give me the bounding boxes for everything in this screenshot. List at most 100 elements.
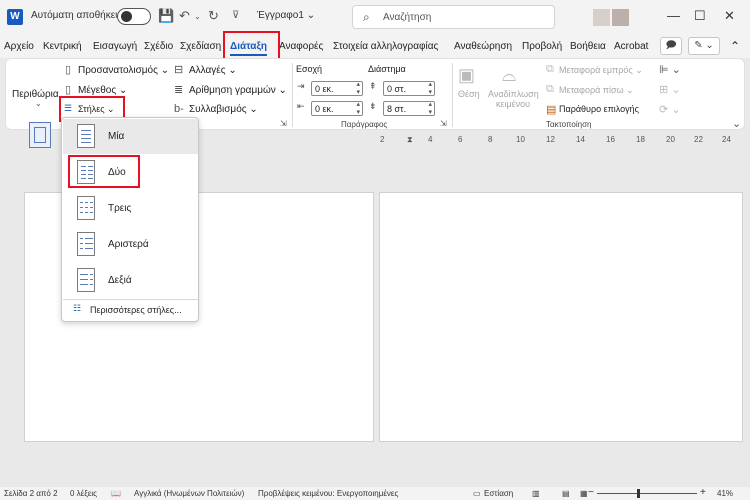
three-columns-icon <box>77 196 95 220</box>
editing-mode-button[interactable]: ✎ ⌄ <box>688 37 720 55</box>
columns-option-left[interactable]: Αριστερά <box>63 227 198 262</box>
selection-pane-button[interactable]: Παράθυρο επιλογής <box>559 104 639 114</box>
autosave-toggle[interactable] <box>117 8 151 25</box>
orientation-button[interactable]: Προσανατολισμός ⌄ <box>78 65 169 76</box>
highlight-two-columns <box>68 155 140 188</box>
arrange-group-label: Τακτοποίηση <box>546 120 592 129</box>
group-icon: ⊞ ⌄ <box>659 84 681 96</box>
margins-icon[interactable] <box>29 122 51 148</box>
margins-dropdown-icon: ⌄ <box>35 99 42 108</box>
tab-home[interactable]: Κεντρική <box>43 41 82 52</box>
ruler-mark: 10 <box>516 135 525 144</box>
focus-button[interactable]: Εστίαση <box>484 489 513 498</box>
search-box[interactable]: ⌕ Αναζήτηση <box>352 5 555 29</box>
word-count[interactable]: 0 λέξεις <box>70 489 97 498</box>
read-mode-icon[interactable]: ▥ <box>532 489 540 498</box>
ruler-mark: 8 <box>488 135 493 144</box>
line-numbers-icon: ≣ <box>174 84 184 96</box>
account-avatar[interactable] <box>593 9 610 26</box>
proofing-icon[interactable]: 📖 <box>111 489 121 498</box>
ribbon-collapse-icon[interactable]: ⌃ <box>730 39 740 53</box>
language-indicator[interactable]: Αγγλικά (Ηνωμένων Πολιτειών) <box>134 489 244 498</box>
zoom-out-icon[interactable]: − <box>588 487 594 498</box>
indent-left-field[interactable]: 0 εκ. ▴ ▾ <box>311 81 363 96</box>
ruler-mark: 4 <box>428 135 433 144</box>
tab-insert[interactable]: Εισαγωγή <box>93 41 137 52</box>
line-numbers-button[interactable]: Αρίθμηση γραμμών ⌄ <box>189 85 287 96</box>
tab-view[interactable]: Προβολή <box>522 41 562 52</box>
selection-pane-icon: ▤ <box>546 104 557 116</box>
redo-icon[interactable]: ↻ <box>208 8 219 24</box>
tab-help[interactable]: Βοήθεια <box>570 41 606 52</box>
columns-dropdown-menu: Μία Δύο Τρεις Αριστερά Δεξιά ☷ Περισσότε… <box>61 117 199 322</box>
undo-dropdown-icon[interactable]: ⌄ <box>194 12 201 21</box>
page-count[interactable]: Σελίδα 2 από 2 <box>4 489 58 498</box>
tab-design[interactable]: Σχέδιο <box>144 41 173 52</box>
comments-button[interactable]: 🗩 <box>660 37 682 55</box>
wrap-text-button: Αναδίπλωση κειμένου <box>488 89 539 109</box>
position-icon: ▣ <box>458 65 476 85</box>
zoom-slider[interactable] <box>597 493 697 494</box>
highlight-layout-tab <box>223 31 280 61</box>
customize-quick-access-icon[interactable]: ⊽ <box>232 10 239 21</box>
size-button[interactable]: Μέγεθος ⌄ <box>78 85 127 96</box>
align-icon[interactable]: ⊫ ⌄ <box>659 63 681 76</box>
web-layout-icon[interactable]: ▦ <box>580 489 588 498</box>
columns-option-one[interactable]: Μία <box>63 119 198 154</box>
ruler-mark: 20 <box>666 135 675 144</box>
document-title[interactable]: Έγγραφο1 ⌄ <box>257 10 315 21</box>
group-separator <box>292 63 293 127</box>
ribbon-collapse-chevron-icon[interactable]: ⌄ <box>732 117 741 130</box>
focus-icon[interactable]: ▭ <box>473 489 481 498</box>
tab-mailings[interactable]: Στοιχεία αλληλογραφίας <box>333 41 438 52</box>
page-setup-launcher-icon[interactable]: ⇲ <box>280 119 287 128</box>
minimize-icon[interactable]: — <box>667 8 680 23</box>
columns-option-right[interactable]: Δεξιά <box>63 263 198 298</box>
tab-acrobat[interactable]: Acrobat <box>614 41 648 52</box>
paragraph-group-label: Παράγραφος <box>341 120 388 129</box>
one-column-icon <box>77 124 95 148</box>
word-logo-icon: W <box>7 9 23 25</box>
close-icon[interactable]: ✕ <box>724 8 735 24</box>
menu-divider <box>63 299 198 300</box>
hyphenation-button[interactable]: Συλλαβισμός ⌄ <box>189 104 258 115</box>
maximize-icon[interactable]: ☐ <box>694 8 706 24</box>
orientation-icon: ▯ <box>65 64 72 76</box>
zoom-in-icon[interactable]: + <box>700 487 706 498</box>
indent-marker-icon[interactable]: ⧗ <box>407 135 413 145</box>
breaks-icon: ⊟ <box>174 64 184 76</box>
paragraph-launcher-icon[interactable]: ⇲ <box>440 119 447 128</box>
ruler-mark: 12 <box>546 135 555 144</box>
size-icon: ▯ <box>65 84 72 96</box>
spacing-before-field[interactable]: 0 στ. ▴ ▾ <box>383 81 435 96</box>
save-icon[interactable]: 💾 <box>158 8 174 24</box>
spacing-after-icon: ⇟ <box>369 101 377 111</box>
search-placeholder: Αναζήτηση <box>383 12 432 23</box>
breaks-button[interactable]: Αλλαγές ⌄ <box>189 65 237 76</box>
zoom-level[interactable]: 41% <box>717 489 733 498</box>
tab-references[interactable]: Αναφορές <box>279 41 323 52</box>
group-separator <box>452 63 453 127</box>
undo-icon[interactable]: ↶ <box>179 8 190 24</box>
text-predictions-indicator[interactable]: Προβλέψεις κειμένου: Ενεργοποιημένες <box>258 489 398 498</box>
tab-review[interactable]: Αναθεώρηση <box>454 41 512 52</box>
columns-option-label: Μία <box>108 131 125 142</box>
tab-file[interactable]: Αρχείο <box>4 41 34 52</box>
spacing-after-field[interactable]: 8 στ. ▴ ▾ <box>383 101 435 116</box>
indent-label: Εσοχή <box>296 64 323 74</box>
columns-option-three[interactable]: Τρεις <box>63 191 198 226</box>
print-layout-icon[interactable]: ▤ <box>562 489 570 498</box>
send-backward-button: Μεταφορά πίσω ⌄ <box>559 85 634 95</box>
more-columns-button[interactable]: ☷ Περισσότερες στήλες... <box>63 302 198 320</box>
wrap-text-icon: ⌓ <box>502 65 517 85</box>
search-icon: ⌕ <box>363 10 370 24</box>
ribbon-tabs: Αρχείο Κεντρική Εισαγωγή Σχέδιο Σχεδίαση… <box>0 34 750 58</box>
zoom-slider-thumb[interactable] <box>637 489 640 498</box>
indent-right-field[interactable]: 0 εκ. ▴ ▾ <box>311 101 363 116</box>
columns-option-label: Δεξιά <box>108 275 132 286</box>
tab-draw[interactable]: Σχεδίαση <box>180 41 221 52</box>
document-page-2[interactable] <box>379 192 743 442</box>
ruler-mark: 14 <box>576 135 585 144</box>
indent-right-icon: ⇤ <box>297 101 305 111</box>
more-columns-label: Περισσότερες στήλες... <box>90 305 182 315</box>
